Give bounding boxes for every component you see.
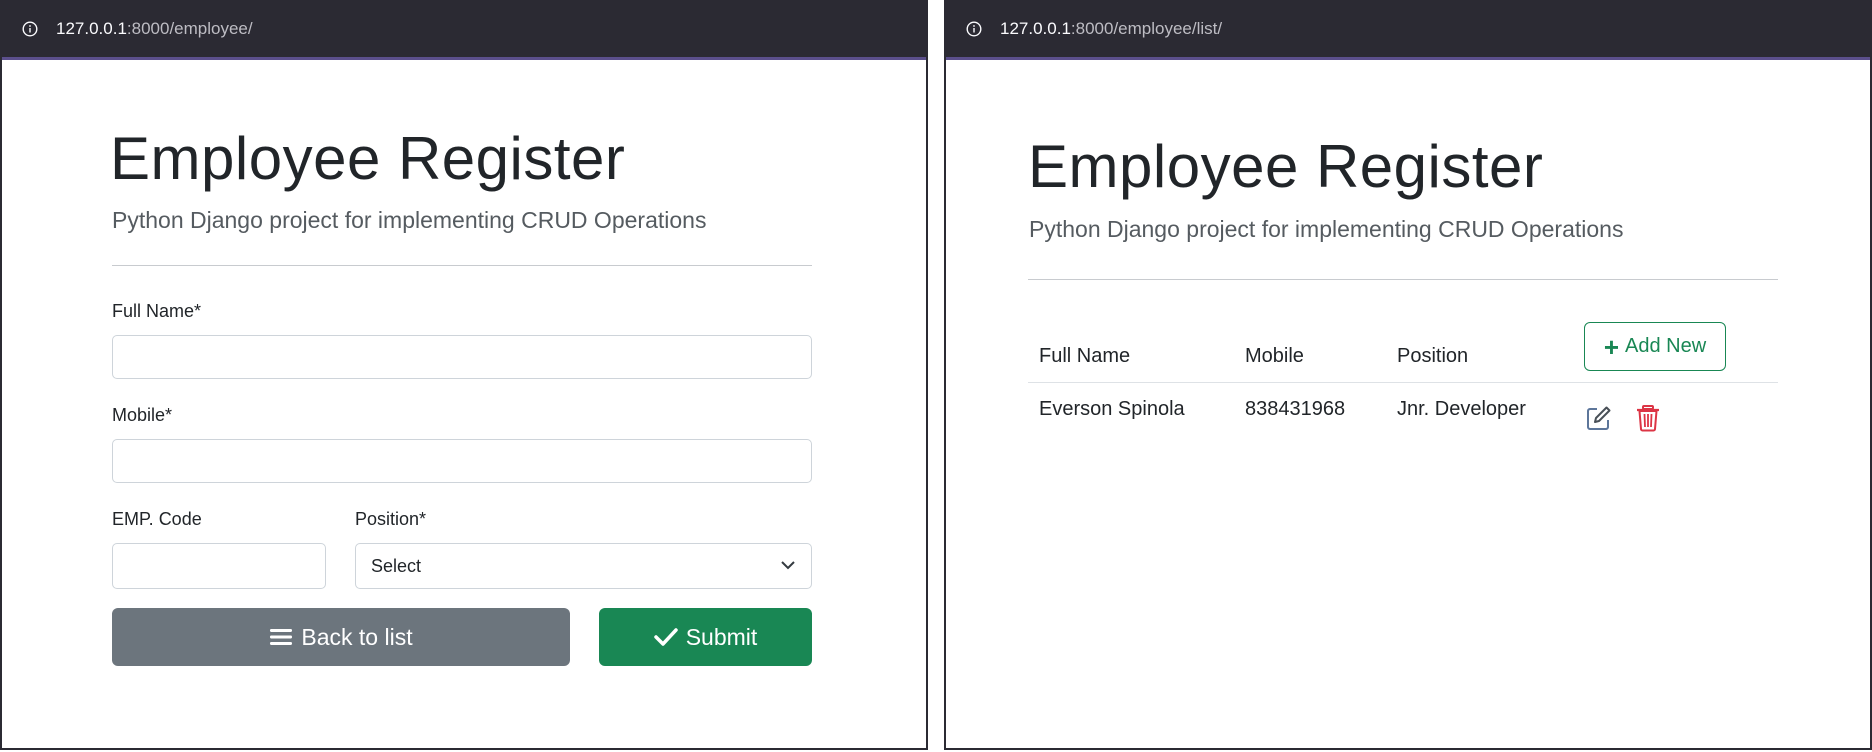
- page-subtitle: Python Django project for implementing C…: [112, 207, 707, 233]
- url-host: 127.0.0.1: [56, 19, 127, 38]
- url-host: 127.0.0.1: [1000, 19, 1071, 38]
- empcode-label: EMP. Code: [112, 509, 202, 529]
- empcode-input[interactable]: [112, 543, 326, 589]
- edit-icon[interactable]: [1585, 404, 1613, 432]
- mobile-label: Mobile*: [112, 405, 173, 425]
- add-new-button[interactable]: + Add New: [1584, 322, 1726, 371]
- address-bar[interactable]: 127.0.0.1:8000/employee/list/: [946, 0, 1870, 60]
- back-to-list-button[interactable]: Back to list: [112, 608, 570, 666]
- fullname-label: Full Name*: [112, 301, 202, 321]
- submit-button[interactable]: Submit: [599, 608, 812, 666]
- chevron-down-icon: [781, 561, 795, 570]
- info-icon[interactable]: [966, 21, 982, 37]
- divider: [112, 265, 812, 266]
- position-select[interactable]: Select: [355, 543, 812, 589]
- list-icon: [270, 629, 293, 645]
- browser-window-list: 127.0.0.1:8000/employee/list/ Employee R…: [944, 0, 1872, 750]
- divider: [1028, 279, 1778, 280]
- cell-fullname: Everson Spinola: [1039, 398, 1185, 420]
- submit-label: Submit: [685, 623, 758, 650]
- page-title: Employee Register: [110, 125, 626, 192]
- table-header-divider: [1028, 382, 1778, 383]
- cell-mobile: 838431968: [1245, 398, 1346, 420]
- mobile-input[interactable]: [112, 439, 812, 483]
- position-label: Position*: [355, 509, 427, 529]
- check-icon: [653, 628, 678, 646]
- url-path: :8000/employee/: [126, 19, 253, 38]
- plus-icon: +: [1603, 331, 1620, 362]
- trash-icon[interactable]: [1634, 404, 1662, 432]
- column-header-fullname: Full Name: [1039, 345, 1131, 367]
- url-text[interactable]: 127.0.0.1:8000/employee/list/: [1000, 19, 1222, 39]
- cell-position: Jnr. Developer: [1397, 398, 1526, 420]
- add-new-label: Add New: [1625, 335, 1707, 357]
- address-bar[interactable]: 127.0.0.1:8000/employee/: [2, 0, 926, 60]
- browser-window-form: 127.0.0.1:8000/employee/ Employee Regist…: [0, 0, 928, 750]
- column-header-mobile: Mobile: [1245, 345, 1304, 367]
- column-header-position: Position: [1397, 345, 1469, 367]
- url-text[interactable]: 127.0.0.1:8000/employee/: [56, 19, 253, 39]
- back-to-list-label: Back to list: [301, 623, 413, 650]
- url-path: :8000/employee/list/: [1070, 19, 1223, 38]
- page-subtitle: Python Django project for implementing C…: [1029, 216, 1624, 242]
- info-icon[interactable]: [22, 21, 38, 37]
- fullname-input[interactable]: [112, 335, 812, 379]
- position-selected-value: Select: [371, 556, 422, 576]
- page-title: Employee Register: [1028, 133, 1544, 200]
